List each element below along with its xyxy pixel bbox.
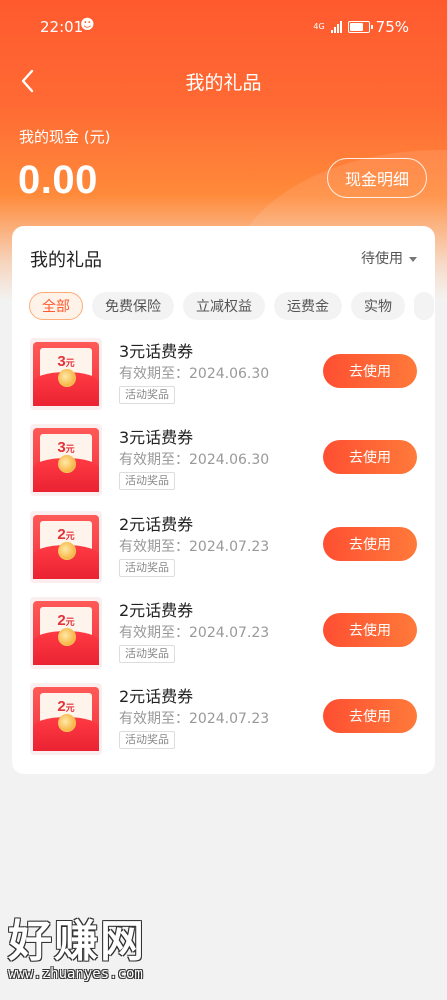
- gift-tag: 活动奖品: [119, 472, 175, 490]
- envelope-amount-value: 2: [57, 526, 66, 543]
- gift-name: 3元话费券: [119, 428, 194, 447]
- status-filter-dropdown[interactable]: 待使用: [361, 248, 417, 268]
- category-tabs: 全部 免费保险 立减权益 运费金 实物: [29, 292, 435, 320]
- gift-tag: 活动奖品: [119, 559, 175, 577]
- cash-value: 0.00: [18, 158, 98, 202]
- gift-name: 2元话费券: [119, 601, 194, 620]
- envelope-amount-value: 2: [57, 612, 66, 629]
- coin-seal-icon: [58, 714, 76, 732]
- network-label: 4G: [313, 22, 325, 31]
- gift-item: 2元 2元话费券有效期至：2024.07.23 活动奖品 去使用: [12, 511, 435, 597]
- status-bar: 22:01 ☻ 4G 75%: [0, 0, 447, 54]
- envelope-amount-value: 3: [57, 353, 66, 370]
- tab-discount-rights[interactable]: 立减权益: [183, 292, 265, 320]
- envelope-amount-unit: 元: [65, 617, 75, 627]
- use-button[interactable]: 去使用: [323, 527, 417, 561]
- red-envelope-thumbnail: 2元: [30, 511, 102, 583]
- gift-name: 3元话费券: [119, 342, 194, 361]
- tab-free-insurance[interactable]: 免费保险: [92, 292, 174, 320]
- gift-item: 3元 3元话费券有效期至：2024.06.30 活动奖品 去使用: [12, 338, 435, 424]
- gift-item: 2元 2元话费券有效期至：2024.07.23 活动奖品 去使用: [12, 597, 435, 683]
- gift-name: 2元话费券: [119, 687, 194, 706]
- red-envelope-thumbnail: 3元: [30, 338, 102, 410]
- page-title: 我的礼品: [185, 72, 262, 94]
- status-time: 22:01: [40, 18, 84, 36]
- status-filter-label: 待使用: [361, 251, 403, 267]
- red-envelope-icon: 3元: [33, 342, 99, 406]
- envelope-amount-unit: 元: [65, 444, 75, 454]
- watermark-title: 好赚网: [8, 916, 146, 967]
- red-envelope-icon: 3元: [33, 428, 99, 492]
- use-button[interactable]: 去使用: [323, 613, 417, 647]
- red-envelope-icon: 2元: [33, 687, 99, 751]
- card-title: 我的礼品: [30, 250, 102, 271]
- battery-percent: 75%: [375, 18, 409, 36]
- envelope-amount-unit: 元: [65, 703, 75, 713]
- coin-seal-icon: [58, 455, 76, 473]
- gift-validity: 有效期至：2024.07.23: [119, 539, 270, 555]
- coin-seal-icon: [58, 542, 76, 560]
- gift-validity: 有效期至：2024.07.23: [119, 625, 270, 641]
- envelope-amount-unit: 元: [65, 358, 75, 368]
- red-envelope-thumbnail: 3元: [30, 424, 102, 496]
- coin-seal-icon: [58, 628, 76, 646]
- signal-icon: [330, 21, 342, 33]
- tab-physical-goods[interactable]: 实物: [351, 292, 405, 320]
- cash-detail-button[interactable]: 现金明细: [327, 158, 427, 198]
- red-envelope-icon: 2元: [33, 515, 99, 579]
- gift-tag: 活动奖品: [119, 386, 175, 404]
- gift-validity: 有效期至：2024.06.30: [119, 366, 270, 382]
- envelope-amount-unit: 元: [65, 531, 75, 541]
- envelope-amount-value: 2: [57, 698, 66, 715]
- envelope-amount-value: 3: [57, 439, 66, 456]
- gift-validity: 有效期至：2024.06.30: [119, 452, 270, 468]
- gift-item: 3元 3元话费券有效期至：2024.06.30 活动奖品 去使用: [12, 424, 435, 510]
- gift-tag: 活动奖品: [119, 731, 175, 749]
- coin-seal-icon: [58, 369, 76, 387]
- tab-all[interactable]: 全部: [29, 292, 83, 320]
- gift-validity: 有效期至：2024.07.23: [119, 711, 270, 727]
- gifts-card: 我的礼品 待使用 全部 免费保险 立减权益 运费金 实物 3元 3元话费券 有效期至…: [12, 226, 435, 774]
- gift-name: 2元话费券: [119, 515, 194, 534]
- caret-down-icon: [409, 256, 417, 262]
- red-envelope-thumbnail: 2元: [30, 683, 102, 755]
- battery-icon: [347, 21, 373, 33]
- gift-item: 2元 2元话费券有效期至：2024.07.23 活动奖品 去使用: [12, 683, 435, 769]
- tab-shipping-credit[interactable]: 运费金: [274, 292, 342, 320]
- tab-more[interactable]: [414, 292, 434, 320]
- use-button[interactable]: 去使用: [323, 699, 417, 733]
- use-button[interactable]: 去使用: [323, 354, 417, 388]
- red-envelope-icon: 2元: [33, 601, 99, 665]
- watermark-url: www.zhuanyes.com: [8, 966, 143, 982]
- gift-tag: 活动奖品: [119, 645, 175, 663]
- cash-label: 我的现金 (元): [19, 128, 111, 146]
- red-envelope-thumbnail: 2元: [30, 597, 102, 669]
- use-button[interactable]: 去使用: [323, 440, 417, 474]
- notification-icon: ☻: [80, 17, 95, 33]
- watermark: 好赚网 www.zhuanyes.com: [8, 918, 198, 990]
